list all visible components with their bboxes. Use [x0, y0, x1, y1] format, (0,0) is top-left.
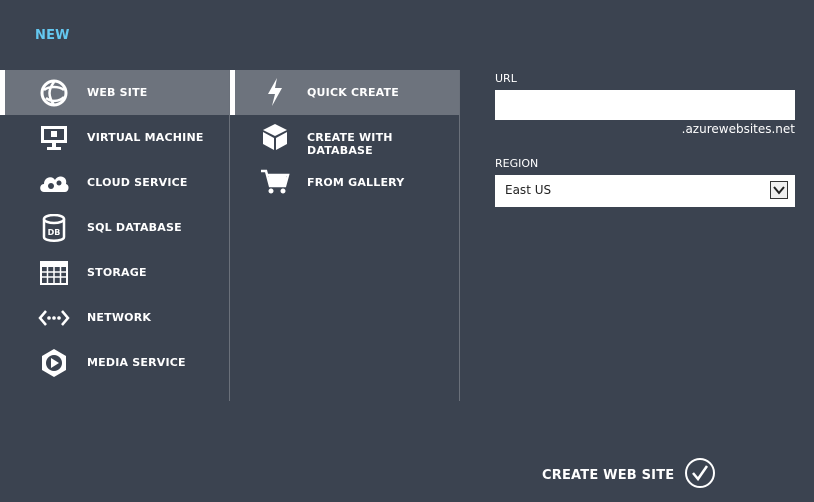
category-label: VIRTUAL MACHINE	[87, 131, 204, 144]
network-icon	[38, 303, 70, 333]
box-icon	[260, 122, 290, 152]
cart-icon	[260, 167, 290, 197]
url-label: URL	[495, 72, 517, 85]
region-label: REGION	[495, 157, 539, 170]
lightning-icon	[260, 77, 290, 107]
category-cloud-service[interactable]: CLOUD SERVICE	[0, 160, 229, 205]
svg-text:DB: DB	[48, 228, 61, 237]
category-sql-database[interactable]: DB SQL DATABASE	[0, 205, 229, 250]
category-web-site[interactable]: WEB SITE	[0, 70, 229, 115]
category-label: SQL DATABASE	[87, 221, 182, 234]
option-label: QUICK CREATE	[307, 86, 399, 99]
category-virtual-machine[interactable]: VIRTUAL MACHINE	[0, 115, 229, 160]
create-options-list: QUICK CREATE CREATE WITH DATABASE FROM G…	[230, 70, 459, 205]
category-label: CLOUD SERVICE	[87, 176, 188, 189]
url-input[interactable]	[495, 90, 795, 120]
monitor-icon	[38, 123, 70, 153]
region-selected-value: East US	[505, 183, 552, 197]
create-button-label: CREATE WEB SITE	[542, 467, 675, 483]
option-quick-create[interactable]: QUICK CREATE	[230, 70, 459, 115]
cloud-gear-icon	[38, 168, 70, 198]
globe-icon	[38, 78, 70, 108]
category-media-service[interactable]: MEDIA SERVICE	[0, 340, 229, 385]
create-web-site-button[interactable]: CREATE WEB SITE	[542, 457, 716, 493]
category-label: NETWORK	[87, 311, 152, 324]
grid-storage-icon	[38, 258, 70, 288]
chevron-down-icon[interactable]	[770, 181, 788, 199]
region-select[interactable]: East US	[495, 175, 795, 207]
media-play-icon	[38, 348, 70, 378]
category-label: WEB SITE	[87, 86, 148, 99]
option-create-with-database[interactable]: CREATE WITH DATABASE	[230, 115, 459, 160]
option-label: FROM GALLERY	[307, 176, 405, 189]
category-storage[interactable]: STORAGE	[0, 250, 229, 295]
column-divider	[459, 70, 460, 401]
category-label: STORAGE	[87, 266, 147, 279]
category-list: WEB SITE VIRTUAL MACHINE CLOUD SERVICE D…	[0, 70, 229, 385]
option-from-gallery[interactable]: FROM GALLERY	[230, 160, 459, 205]
url-suffix: .azurewebsites.net	[681, 122, 795, 136]
category-network[interactable]: NETWORK	[0, 295, 229, 340]
check-circle-icon	[684, 457, 716, 493]
page-title: NEW	[35, 28, 70, 43]
category-label: MEDIA SERVICE	[87, 356, 186, 369]
database-icon: DB	[38, 213, 70, 243]
option-label: CREATE WITH DATABASE	[307, 131, 393, 157]
